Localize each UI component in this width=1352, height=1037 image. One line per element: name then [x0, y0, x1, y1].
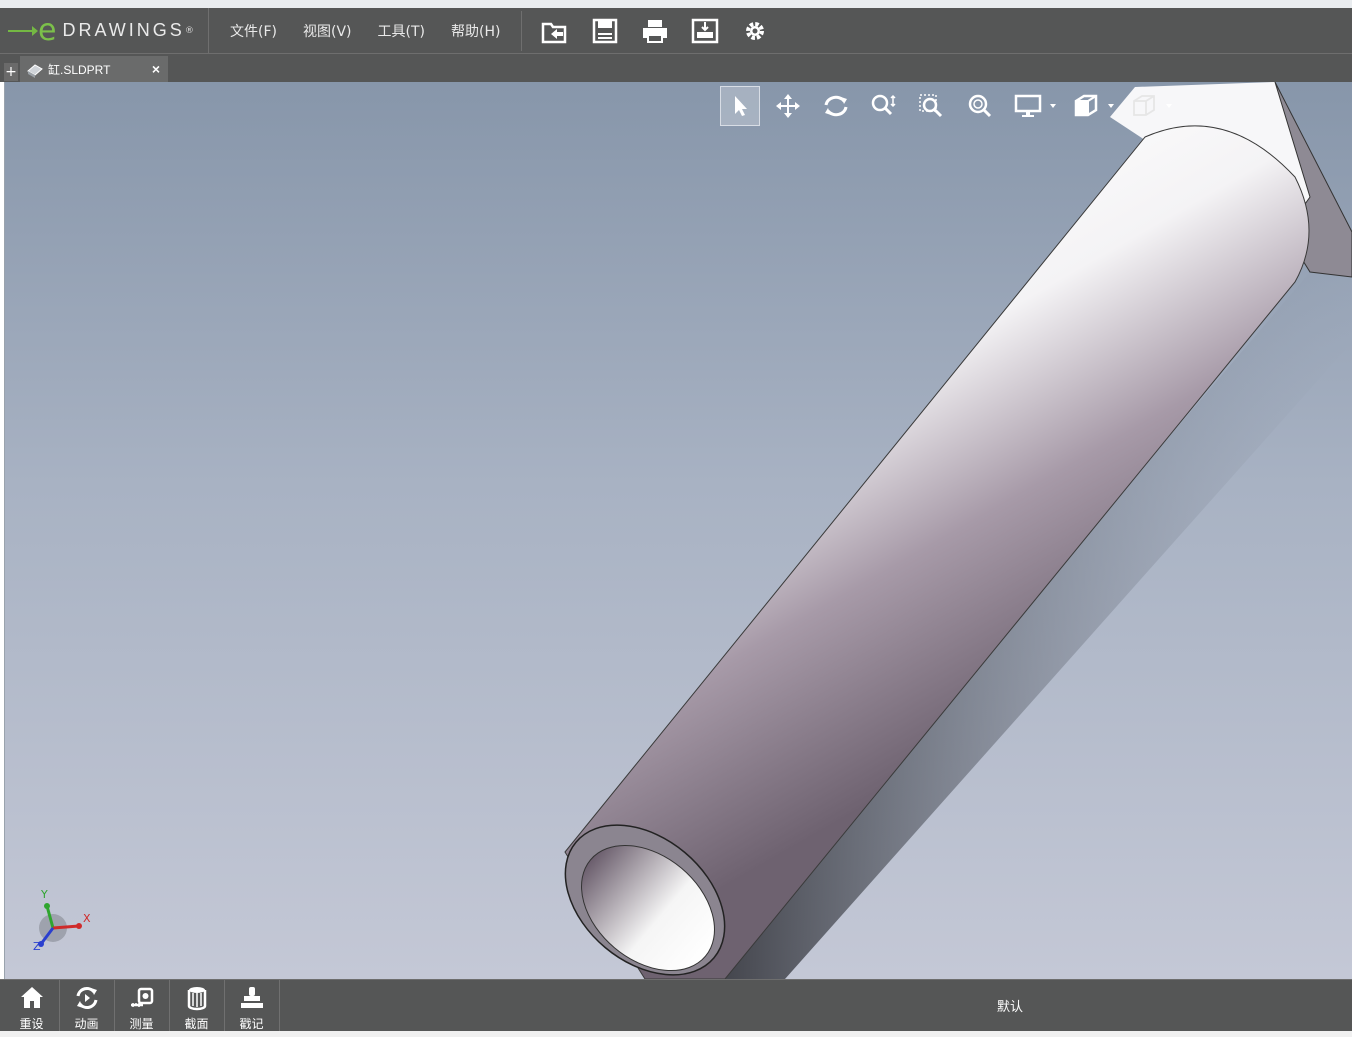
logo-text: DRAWINGS [62, 20, 185, 40]
animation-icon [76, 987, 97, 1009]
tab-document-label: 缸.SLDPRT [48, 63, 111, 77]
measure-icon [130, 987, 153, 1007]
coordinate-triad: Y X Z [33, 888, 91, 953]
zoom-icon [871, 94, 896, 116]
triad-z-label: Z [33, 940, 41, 953]
edrawings-logo: e DRAWINGS ® [0, 8, 209, 53]
options-button[interactable] [737, 13, 773, 49]
bottom-toolbar: 重设 动画 测量 截面 戳记 默认 [0, 979, 1352, 1032]
display-style-icon [1133, 95, 1155, 116]
menu-file[interactable]: 文件(F) [217, 15, 290, 47]
save-icon [593, 18, 618, 43]
style-dropdown-caret-icon[interactable] [1166, 104, 1172, 108]
zoom-fit-button[interactable] [960, 86, 1000, 126]
document-tab-row: + 缸.SLDPRT × [0, 53, 1352, 83]
print-icon [643, 19, 668, 43]
3d-viewport[interactable]: Y X Z [5, 82, 1352, 979]
stamp-button[interactable]: 戳记 [224, 980, 280, 1032]
select-button[interactable] [720, 86, 760, 126]
logo-registered: ® [184, 25, 194, 36]
toolbar-separator [521, 10, 523, 51]
section-label: 截面 [184, 1017, 209, 1031]
tab-close-icon[interactable]: × [152, 61, 160, 77]
display-dropdown-caret-icon[interactable] [1050, 104, 1056, 108]
measure-button[interactable]: 测量 [114, 980, 170, 1032]
view-toolbar [720, 86, 1182, 126]
cylinder-part-model[interactable] [5, 82, 1352, 979]
orientation-dropdown-caret-icon[interactable] [1108, 104, 1114, 108]
window-top-strip [0, 0, 1352, 8]
part-file-icon [27, 63, 43, 78]
view-orientation-icon [1074, 94, 1098, 117]
triad-x-label: X [83, 912, 91, 925]
reset-button[interactable]: 重设 [4, 980, 60, 1032]
menu-bar: 文件(F) 视图(V) 工具(T) 帮助(H) [209, 15, 513, 47]
open-folder-icon [542, 22, 567, 43]
menu-help[interactable]: 帮助(H) [438, 15, 513, 47]
animation-button[interactable]: 动画 [59, 980, 115, 1032]
tab-document[interactable]: 缸.SLDPRT × [20, 56, 168, 83]
menu-tools[interactable]: 工具(T) [365, 15, 438, 47]
new-tab-button[interactable]: + [4, 63, 18, 81]
window-bottom-strip [0, 1031, 1352, 1037]
display-style-button[interactable] [1124, 86, 1164, 126]
configuration-status[interactable]: 默认 [997, 996, 1023, 1015]
zoom-button[interactable] [864, 86, 904, 126]
section-icon [187, 987, 206, 1011]
gear-icon [746, 21, 765, 40]
stamp-label: 戳记 [239, 1017, 264, 1031]
select-arrow-icon [735, 96, 747, 116]
save-button[interactable] [587, 13, 623, 49]
publish-button[interactable] [687, 13, 723, 49]
display-button[interactable] [1008, 86, 1048, 126]
title-bar: e DRAWINGS ® 文件(F) 视图(V) 工具(T) 帮助(H) [0, 8, 1352, 53]
print-button[interactable] [637, 13, 673, 49]
view-orientation-button[interactable] [1066, 86, 1106, 126]
logo-e: e [38, 12, 57, 48]
section-button[interactable]: 截面 [169, 980, 225, 1032]
menu-view[interactable]: 视图(V) [290, 15, 365, 47]
rotate-button[interactable] [816, 86, 856, 126]
rotate-icon [824, 95, 848, 117]
pan-icon [776, 94, 800, 118]
home-icon [20, 987, 43, 1008]
open-button[interactable] [537, 13, 573, 49]
stamp-icon [240, 987, 263, 1008]
measure-label: 测量 [129, 1017, 154, 1031]
display-monitor-icon [1014, 94, 1042, 117]
animation-label: 动画 [74, 1017, 99, 1031]
pan-button[interactable] [768, 86, 808, 126]
zoom-window-icon [919, 94, 943, 118]
logo-arrow-icon [8, 25, 38, 36]
publish-icon [692, 18, 719, 43]
zoom-fit-icon [968, 94, 992, 118]
zoom-window-button[interactable] [912, 86, 952, 126]
triad-y-label: Y [40, 888, 48, 901]
reset-label: 重设 [19, 1017, 44, 1031]
